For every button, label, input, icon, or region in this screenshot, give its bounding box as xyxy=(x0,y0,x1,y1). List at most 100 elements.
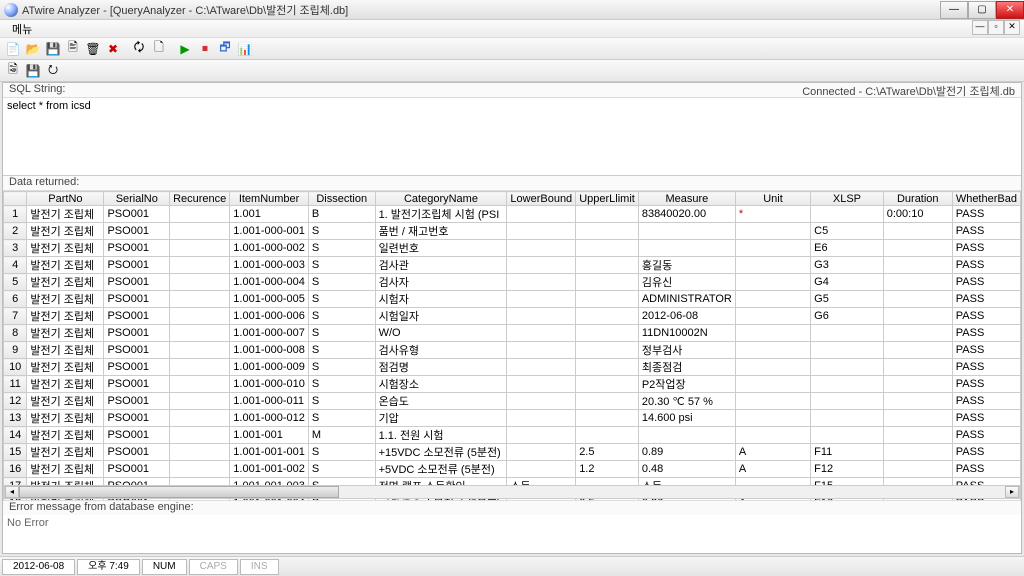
cell[interactable] xyxy=(170,376,230,393)
cell[interactable] xyxy=(170,257,230,274)
cell[interactable] xyxy=(883,342,952,359)
cell[interactable] xyxy=(811,427,884,444)
cell[interactable] xyxy=(576,274,639,291)
cell[interactable] xyxy=(883,325,952,342)
cell[interactable]: 정부검사 xyxy=(638,342,735,359)
cell[interactable]: 1. 발전기조립체 시험 (PSI xyxy=(375,206,507,223)
cell[interactable] xyxy=(576,342,639,359)
cell[interactable]: PASS xyxy=(952,461,1020,478)
cell[interactable] xyxy=(883,427,952,444)
cell[interactable] xyxy=(576,359,639,376)
cell[interactable] xyxy=(170,461,230,478)
cell[interactable]: PASS xyxy=(952,376,1020,393)
cell[interactable] xyxy=(735,359,810,376)
cell[interactable] xyxy=(576,206,639,223)
page-icon[interactable]: 🗋 xyxy=(150,40,168,58)
cell[interactable]: S xyxy=(308,359,375,376)
cell[interactable]: 시험장소 xyxy=(375,376,507,393)
cell[interactable]: 1.001-001-001 xyxy=(230,444,309,461)
cell[interactable]: 점검명 xyxy=(375,359,507,376)
cell[interactable]: 검사자 xyxy=(375,274,507,291)
cell[interactable] xyxy=(638,427,735,444)
cell[interactable]: B xyxy=(308,206,375,223)
cell[interactable] xyxy=(811,206,884,223)
cell[interactable] xyxy=(735,376,810,393)
disk-icon[interactable]: 💾 xyxy=(24,62,42,80)
cell[interactable] xyxy=(735,325,810,342)
cell[interactable] xyxy=(170,393,230,410)
cancel-icon[interactable]: ✖ xyxy=(104,40,122,58)
cell[interactable]: 11DN10002N xyxy=(638,325,735,342)
cell[interactable] xyxy=(576,291,639,308)
column-header[interactable]: XLSP xyxy=(811,192,884,206)
cell[interactable] xyxy=(576,393,639,410)
cell[interactable]: PASS xyxy=(952,257,1020,274)
cell[interactable]: PASS xyxy=(952,410,1020,427)
cell[interactable]: 발전기 조립체 xyxy=(27,444,104,461)
cell[interactable]: S xyxy=(308,240,375,257)
cell[interactable]: 1.001 xyxy=(230,206,309,223)
cell[interactable]: 발전기 조립체 xyxy=(27,240,104,257)
cell[interactable] xyxy=(170,308,230,325)
cell[interactable]: PASS xyxy=(952,206,1020,223)
cell[interactable] xyxy=(170,206,230,223)
minimize-button[interactable]: — xyxy=(940,1,968,19)
cell[interactable]: 기압 xyxy=(375,410,507,427)
cell[interactable]: 14.600 psi xyxy=(638,410,735,427)
cell[interactable]: 1.001-000-004 xyxy=(230,274,309,291)
cell[interactable]: 홍길동 xyxy=(638,257,735,274)
cell[interactable]: PSO001 xyxy=(104,427,170,444)
cell[interactable]: PASS xyxy=(952,291,1020,308)
cell[interactable]: G6 xyxy=(811,308,884,325)
cell[interactable]: S xyxy=(308,376,375,393)
cell[interactable]: 1.001-000-012 xyxy=(230,410,309,427)
cell[interactable] xyxy=(507,325,576,342)
cell[interactable]: 1.001-000-011 xyxy=(230,393,309,410)
cell[interactable] xyxy=(170,359,230,376)
cell[interactable] xyxy=(170,291,230,308)
table-row[interactable]: 4발전기 조립체PSO0011.001-000-003S검사관홍길동G3PASS xyxy=(4,257,1021,274)
cell[interactable]: S xyxy=(308,461,375,478)
cell[interactable] xyxy=(735,393,810,410)
cell[interactable]: S xyxy=(308,257,375,274)
cell[interactable] xyxy=(507,223,576,240)
table-row[interactable]: 14발전기 조립체PSO0011.001-001M1.1. 전원 시험PASS xyxy=(4,427,1021,444)
cell[interactable] xyxy=(576,410,639,427)
cell[interactable]: 발전기 조립체 xyxy=(27,427,104,444)
table-row[interactable]: 7발전기 조립체PSO0011.001-000-006S시험일자2012-06-… xyxy=(4,308,1021,325)
reload-icon[interactable]: ⭮ xyxy=(44,62,62,80)
cell[interactable] xyxy=(576,325,639,342)
cell[interactable]: W/O xyxy=(375,325,507,342)
cell[interactable]: S xyxy=(308,325,375,342)
cell[interactable]: PSO001 xyxy=(104,325,170,342)
cell[interactable]: 1.001-000-001 xyxy=(230,223,309,240)
scroll-right-button[interactable]: ▸ xyxy=(1005,486,1019,498)
cell[interactable]: 온습도 xyxy=(375,393,507,410)
cell[interactable] xyxy=(576,223,639,240)
cell[interactable]: PSO001 xyxy=(104,444,170,461)
cell[interactable] xyxy=(883,444,952,461)
cell[interactable]: 11 xyxy=(4,376,27,393)
column-header[interactable]: Unit xyxy=(735,192,810,206)
results-grid[interactable]: PartNoSerialNoRecurenceItemNumberDissect… xyxy=(3,191,1021,500)
cell[interactable]: PASS xyxy=(952,427,1020,444)
new-icon[interactable]: 📄 xyxy=(4,40,22,58)
cell[interactable] xyxy=(507,444,576,461)
cell[interactable] xyxy=(883,359,952,376)
cell[interactable] xyxy=(507,461,576,478)
cell[interactable] xyxy=(883,461,952,478)
cell[interactable]: 발전기 조립체 xyxy=(27,274,104,291)
mdi-minimize-button[interactable]: — xyxy=(972,20,988,35)
cell[interactable] xyxy=(507,206,576,223)
mdi-close-button[interactable]: ✕ xyxy=(1004,20,1020,35)
cell[interactable] xyxy=(883,257,952,274)
cell[interactable] xyxy=(735,240,810,257)
cell[interactable]: +5VDC 소모전류 (5분전) xyxy=(375,461,507,478)
cell[interactable] xyxy=(638,223,735,240)
table-row[interactable]: 1발전기 조립체PSO0011.001B1. 발전기조립체 시험 (PSI838… xyxy=(4,206,1021,223)
cell[interactable]: ADMINISTRATOR xyxy=(638,291,735,308)
cell[interactable] xyxy=(170,223,230,240)
cell[interactable] xyxy=(883,393,952,410)
cell[interactable] xyxy=(507,257,576,274)
cell[interactable]: 품번 / 재고번호 xyxy=(375,223,507,240)
